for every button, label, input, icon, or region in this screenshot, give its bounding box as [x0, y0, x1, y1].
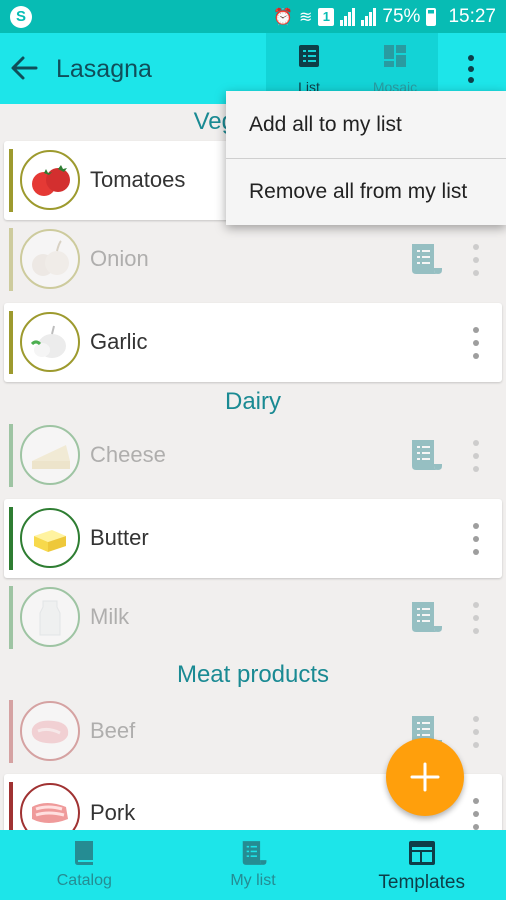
- more-vert-icon: [468, 55, 474, 61]
- list-item-butter[interactable]: Butter: [4, 499, 502, 578]
- list-item-onion[interactable]: Onion: [4, 220, 502, 299]
- onion-icon: [32, 240, 69, 276]
- item-name: Cheese: [90, 442, 166, 467]
- item-thumbnail: [20, 229, 80, 289]
- item-name: Garlic: [90, 329, 148, 354]
- signal-icon: [340, 7, 356, 26]
- item-name: Beef: [90, 718, 136, 743]
- signal-icon-2: [361, 7, 377, 26]
- item-name: Milk: [90, 604, 130, 629]
- nav-catalog-label: Catalog: [56, 872, 112, 889]
- page-title: Lasagna: [56, 55, 152, 83]
- item-name: Onion: [90, 246, 149, 271]
- back-button[interactable]: [6, 50, 42, 86]
- add-to-list-icon[interactable]: [408, 240, 442, 278]
- nav-templates[interactable]: Templates: [337, 830, 506, 900]
- add-to-list-icon[interactable]: [408, 598, 442, 636]
- item-thumbnail: [20, 587, 80, 647]
- list-item-milk[interactable]: Milk: [4, 578, 502, 657]
- item-accent: [9, 311, 13, 374]
- item-thumbnail: [20, 701, 80, 761]
- list-item-cheese[interactable]: Cheese: [4, 416, 502, 495]
- item-options-button[interactable]: [468, 438, 484, 474]
- battery-percent: 75%: [382, 5, 421, 27]
- item-options-button[interactable]: [468, 325, 484, 361]
- overflow-menu: Add all to my list Remove all from my li…: [226, 91, 506, 225]
- overflow-menu-button[interactable]: [456, 50, 486, 88]
- item-thumbnail: [20, 150, 80, 210]
- item-accent: [9, 782, 13, 830]
- status-bar: S ⏰ ≋ 1 75% 15:27: [0, 0, 506, 33]
- list-item-garlic[interactable]: Garlic: [4, 303, 502, 382]
- item-options-button[interactable]: [468, 521, 484, 557]
- plus-icon: [410, 762, 440, 792]
- arrow-back-icon: [11, 56, 38, 80]
- wifi-icon: ≋: [299, 8, 313, 26]
- nav-catalog[interactable]: Catalog: [0, 830, 169, 900]
- battery-icon: [426, 7, 437, 26]
- skype-icon: S: [10, 5, 32, 28]
- list-icon: [242, 841, 267, 865]
- milk-icon: [39, 600, 61, 636]
- item-accent: [9, 586, 13, 649]
- item-thumbnail: [20, 783, 80, 830]
- nav-my-list[interactable]: My list: [169, 830, 338, 900]
- clock: 15:27: [448, 5, 496, 27]
- item-accent: [9, 228, 13, 291]
- item-name: Butter: [90, 525, 149, 550]
- item-thumbnail: [20, 312, 80, 372]
- item-name: Tomatoes: [90, 167, 186, 192]
- item-options-button[interactable]: [468, 796, 484, 830]
- menu-remove-all[interactable]: Remove all from my list: [226, 158, 506, 225]
- nav-templates-label: Templates: [378, 872, 465, 893]
- menu-add-all[interactable]: Add all to my list: [226, 91, 506, 158]
- section-header-dairy: Dairy: [224, 388, 281, 415]
- pork-icon: [32, 803, 68, 823]
- item-accent: [9, 507, 13, 570]
- item-options-button[interactable]: [468, 242, 484, 278]
- templates-icon: [408, 841, 435, 865]
- mosaic-view-icon: [384, 45, 406, 67]
- item-thumbnail: [20, 425, 80, 485]
- butter-icon: [34, 530, 66, 552]
- list-view-icon: [299, 45, 319, 67]
- section-header-meat-products: Meat products: [176, 661, 330, 688]
- bottom-navigation: Catalog My list Templates: [0, 830, 506, 900]
- tomato-icon: [32, 165, 70, 196]
- beef-icon: [31, 720, 69, 744]
- item-options-button[interactable]: [468, 714, 484, 750]
- item-name: Pork: [90, 800, 136, 825]
- item-thumbnail: [20, 508, 80, 568]
- add-item-fab[interactable]: [386, 738, 464, 816]
- cheese-icon: [32, 445, 70, 469]
- add-to-list-icon[interactable]: [408, 436, 442, 474]
- alarm-icon: ⏰: [273, 8, 294, 26]
- item-accent: [9, 149, 13, 212]
- item-options-button[interactable]: [468, 600, 484, 636]
- item-accent: [9, 700, 13, 763]
- book-icon: [75, 841, 94, 865]
- item-accent: [9, 424, 13, 487]
- garlic-icon: [30, 325, 66, 358]
- sim-badge: 1: [318, 7, 335, 26]
- nav-my-list-label: My list: [230, 872, 276, 889]
